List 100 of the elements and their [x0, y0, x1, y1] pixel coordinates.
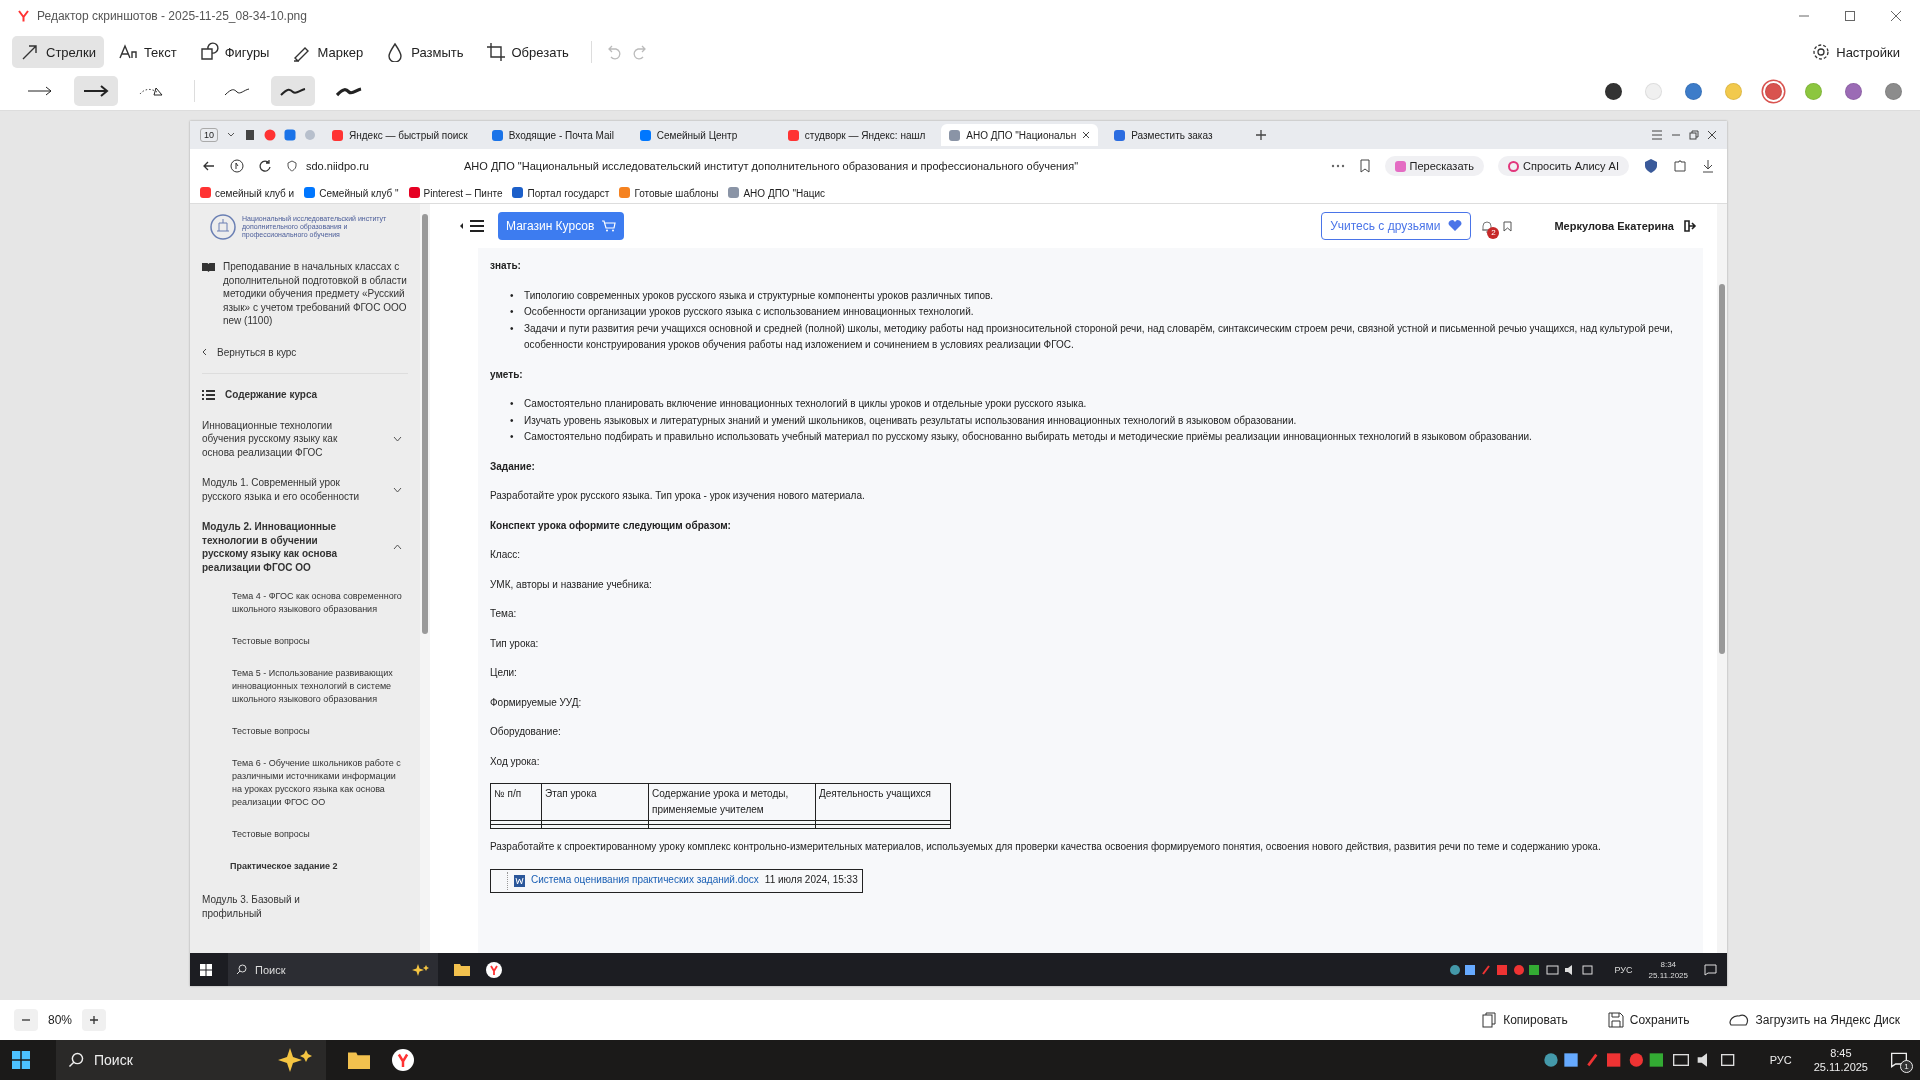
copy-button[interactable]: Копировать — [1475, 1011, 1574, 1029]
favicon-icon — [639, 129, 651, 141]
lesson-item[interactable]: Тема 5 - Использование развивающих инновационных технологий в системе школьного языкового образования — [202, 661, 408, 719]
bullet: • — [510, 321, 515, 336]
favicon-icon — [332, 129, 343, 141]
back-to-course-link[interactable]: Вернуться в курс — [217, 345, 297, 359]
download-icon[interactable] — [1701, 159, 1715, 173]
browser-tab[interactable]: Яндекс — быстрый поиск — [324, 124, 476, 146]
ask-alice-button[interactable]: Спросить Алису AI — [1498, 156, 1629, 176]
bullet: • — [510, 305, 515, 319]
color-swatch[interactable] — [1845, 82, 1862, 100]
tool-button[interactable]: Фигуры — [190, 36, 278, 68]
tool-button[interactable]: Размыть — [377, 36, 472, 68]
notification-icon[interactable] — [1704, 963, 1717, 976]
color-swatch[interactable] — [1605, 82, 1622, 100]
retell-button[interactable]: Пересказать — [1384, 156, 1485, 176]
tool-button[interactable]: Стрелки — [12, 36, 104, 68]
taskbar-search-field[interactable]: Поиск — [56, 1040, 326, 1080]
settings-button[interactable]: Настройки — [1804, 36, 1908, 68]
bookmark-link[interactable]: АНО ДПО "Нацис — [728, 187, 826, 199]
bell-icon[interactable] — [1481, 219, 1494, 233]
browser-tab[interactable]: АНО ДПО "Национальн — [941, 124, 1099, 146]
browser-icon[interactable] — [486, 961, 502, 978]
more-icon[interactable] — [1330, 164, 1345, 168]
lesson-item[interactable]: Практическое задание 2 — [202, 854, 408, 886]
browser-tab[interactable]: Семейный Центр — [631, 124, 772, 146]
taskbar-clock[interactable]: 8:34 25.11.2025 — [1648, 958, 1688, 981]
color-swatch[interactable] — [1725, 82, 1742, 100]
save-button[interactable]: Сохранить — [1601, 1011, 1696, 1029]
module-item[interactable]: Модуль 3. Базовый и профильный — [202, 886, 408, 930]
zoom-out-button[interactable] — [14, 1009, 38, 1031]
tool-button[interactable]: Маркер — [283, 36, 372, 68]
word-document-icon — [514, 874, 525, 887]
study-with-friends-button[interactable]: Учитесь с друзьями — [1321, 212, 1472, 240]
lesson-item[interactable]: Тема 4 - ФГОС как основа современного школьного языкового образования — [202, 584, 408, 629]
plus-icon — [89, 1015, 100, 1025]
color-swatch[interactable] — [1805, 82, 1822, 100]
bookmark-link[interactable]: Готовые шаблоны — [619, 187, 719, 199]
line-style-button[interactable] — [271, 76, 315, 106]
windows-start-icon[interactable] — [12, 1051, 30, 1069]
bookmark-link[interactable]: Портал государст — [512, 187, 610, 199]
taskbar-search-field[interactable]: Поиск — [228, 953, 438, 986]
browser-tab[interactable]: Разместить заказ — [1106, 124, 1247, 146]
restore-icon[interactable] — [1689, 130, 1699, 140]
scrollbar-thumb[interactable] — [1719, 284, 1725, 654]
language-indicator[interactable]: РУС — [1769, 1054, 1792, 1066]
color-swatch[interactable] — [1645, 82, 1662, 100]
windows-start-icon[interactable] — [200, 963, 212, 976]
browser-tab[interactable]: Входящие - Почта Mail — [483, 124, 624, 146]
scrollbar-thumb[interactable] — [422, 214, 428, 634]
bookmark-link[interactable]: Семейный клуб " — [304, 187, 399, 199]
taskbar-clock[interactable]: 8:45 25.11.2025 — [1813, 1046, 1868, 1074]
lesson-item[interactable]: Тестовые вопросы — [202, 629, 408, 661]
arrow-style-button[interactable] — [74, 76, 118, 106]
notification-icon[interactable] — [1890, 1052, 1908, 1068]
folder-icon[interactable] — [454, 963, 470, 976]
back-icon[interactable] — [202, 159, 216, 173]
new-tab-icon[interactable] — [1254, 128, 1269, 142]
tool-button[interactable]: Обрезать — [477, 36, 577, 68]
bookmark-link[interactable]: семейный клуб и — [200, 187, 295, 199]
shield-icon[interactable] — [1643, 158, 1659, 174]
folder-icon[interactable] — [348, 1051, 370, 1069]
paragraph: Класс: — [490, 548, 521, 562]
extensions-icon[interactable] — [1673, 159, 1687, 173]
color-swatch[interactable] — [1885, 82, 1902, 100]
module-item[interactable]: Модуль 2. Инновационные технологии в обучении русскому языку как основа реализации ФГОС ОО — [202, 513, 408, 584]
tool-button[interactable]: Текст — [109, 36, 185, 68]
module-item[interactable]: Модуль 1. Современный урок русского языка и его особенности — [202, 469, 408, 513]
color-swatch[interactable] — [1765, 82, 1782, 100]
close-icon[interactable] — [1890, 10, 1902, 22]
maximize-icon[interactable] — [1844, 10, 1856, 22]
stroke-style-icon — [336, 84, 362, 98]
browser-tab[interactable]: студворк — Яндекс: нашл — [779, 124, 934, 146]
tab-count-button[interactable]: 10 — [200, 128, 218, 142]
lesson-item[interactable]: Тестовые вопросы — [202, 822, 408, 854]
shapes-icon — [198, 42, 219, 62]
user-name[interactable]: Меркулова Екатерина — [1554, 220, 1674, 232]
bookmark-icon[interactable] — [1503, 220, 1513, 232]
close-icon[interactable] — [1082, 131, 1091, 139]
lesson-item[interactable]: Тестовые вопросы — [202, 719, 408, 751]
heart-icon — [1448, 220, 1463, 232]
search-icon — [68, 1052, 84, 1068]
language-indicator[interactable]: РУС — [1614, 964, 1633, 975]
module-item[interactable]: Инновационные технологии обучения русскому языку как основа реализации ФГОС — [202, 411, 408, 469]
zoom-in-button[interactable] — [82, 1009, 107, 1031]
close-icon[interactable] — [1707, 130, 1717, 140]
file-link[interactable]: Система оценивания практических заданий.docx — [531, 872, 759, 889]
pinned-tab-icon[interactable] — [244, 129, 256, 141]
address-field[interactable]: sdo.niidpo.ru АНО ДПО "Национальный исследовательский институт дополнительного образования и профессионального обучения" — [286, 154, 1317, 178]
paragraph: Тема: — [490, 607, 518, 621]
pinned-tab-icon[interactable] — [284, 129, 296, 141]
color-swatch[interactable] — [1685, 82, 1702, 100]
course-shop-button[interactable]: Магазин Курсов — [498, 212, 625, 240]
lesson-item[interactable]: Тема 6 - Обучение школьников работе с различными источниками информации на уроках русского языка как основа реализации ФГОС ОО — [202, 751, 408, 822]
bookmark-link[interactable]: Pinterest – Пинте — [408, 187, 503, 199]
bookmark-icon[interactable] — [1358, 159, 1371, 173]
upload-to-disk-button[interactable]: Загрузить на Яндекс Диск — [1723, 1012, 1906, 1028]
browser-icon[interactable] — [392, 1049, 414, 1071]
reload-icon[interactable] — [258, 159, 272, 173]
logout-icon[interactable] — [1684, 220, 1697, 232]
